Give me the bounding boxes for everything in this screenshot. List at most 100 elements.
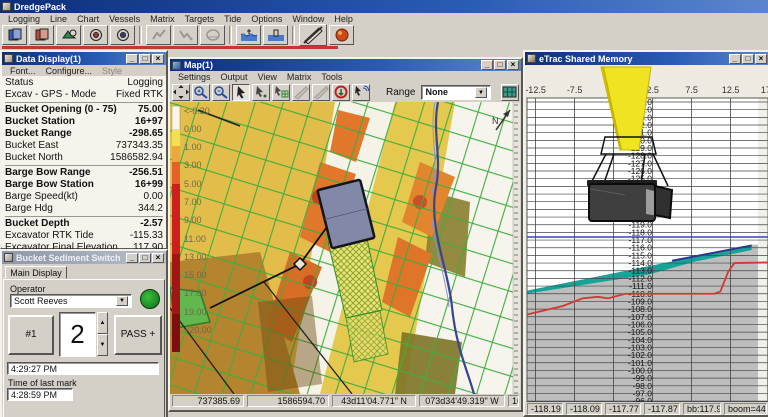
- profile-1-button[interactable]: [146, 25, 171, 45]
- device-gear-button[interactable]: [83, 25, 108, 45]
- x-axis-label: 17.5: [761, 85, 768, 95]
- latitude-readout: 43d11'04.771" N: [332, 395, 416, 407]
- last-mark-field[interactable]: 4:28:59 PM: [7, 388, 73, 401]
- menu-tide[interactable]: Tide: [220, 14, 245, 24]
- legend-label: 7.00: [184, 197, 202, 207]
- etrac-title: eTrac Shared Memory: [539, 53, 633, 64]
- minimize-button[interactable]: _: [481, 60, 493, 70]
- draw-line-button[interactable]: [292, 83, 310, 101]
- profile-2-button[interactable]: [173, 25, 198, 45]
- data-display-titlebar[interactable]: Data Display(1) _ □ ×: [2, 52, 166, 65]
- menu-help[interactable]: Help: [330, 14, 357, 24]
- map-titlebar[interactable]: Map(1) _ □ ×: [170, 59, 521, 71]
- range-label: Range: [386, 86, 416, 98]
- pointer-button[interactable]: [232, 83, 250, 101]
- menu-chart[interactable]: Chart: [73, 14, 103, 24]
- longitude-readout: 073d34'49.319" W: [419, 395, 505, 407]
- menu-options[interactable]: Options: [247, 14, 286, 24]
- zoom-extents-button[interactable]: [172, 83, 190, 101]
- close-button[interactable]: ×: [755, 53, 767, 64]
- pass-button[interactable]: PASS +: [114, 315, 162, 355]
- minimize-button[interactable]: _: [126, 53, 138, 64]
- menu-line[interactable]: Line: [46, 14, 71, 24]
- app-title: DredgePack: [14, 1, 67, 12]
- pass-count-field[interactable]: 2: [59, 312, 96, 357]
- bucket-number-button[interactable]: #1: [8, 315, 54, 355]
- menu-view[interactable]: View: [254, 72, 281, 82]
- sediment-switch-window: Bucket Sediment Switch _ □ × Main Displa…: [0, 249, 168, 417]
- depth-readout-3: -117.77: [605, 403, 641, 415]
- device-gear2-button[interactable]: [110, 25, 135, 45]
- etrac-titlebar[interactable]: eTrac Shared Memory _ □ ×: [525, 52, 768, 65]
- menu-settings[interactable]: Settings: [174, 72, 215, 82]
- logbook-red-button[interactable]: [29, 25, 54, 45]
- main-titlebar[interactable]: DredgePack: [0, 0, 768, 13]
- etrac-profile-chart: -135.0-134.0-133.0-132.0-131.0-130.0-129…: [525, 65, 768, 402]
- current-time-field[interactable]: 4:29:27 PM: [7, 362, 159, 375]
- chevron-down-icon[interactable]: ▼: [475, 86, 487, 98]
- y-axis-label: -96.0: [633, 396, 653, 402]
- restore-button[interactable]: □: [139, 252, 151, 263]
- close-button[interactable]: ×: [152, 252, 164, 263]
- zoom-in-button[interactable]: [192, 83, 210, 101]
- logbook-blue-button[interactable]: [2, 25, 27, 45]
- menu-logging[interactable]: Logging: [4, 14, 44, 24]
- station-readout: 16+92: [508, 395, 519, 407]
- toolbar-separator: [139, 26, 142, 44]
- restore-button[interactable]: □: [742, 53, 754, 64]
- erase-button[interactable]: [312, 83, 330, 101]
- matrix-query-button[interactable]: [272, 83, 290, 101]
- main-toolbar: [2, 24, 768, 46]
- menu-tools[interactable]: Tools: [317, 72, 346, 82]
- menu-window[interactable]: Window: [288, 14, 328, 24]
- menu-targets[interactable]: Targets: [181, 14, 219, 24]
- map-canvas[interactable]: <-0.30 0.00 1.00 3.00 5.00 7.00 9.00 11.…: [170, 102, 521, 394]
- close-button[interactable]: ×: [507, 60, 519, 70]
- chevron-down-icon[interactable]: ▼: [116, 296, 128, 306]
- cursor-track-button[interactable]: [352, 83, 370, 101]
- app-icon: [2, 2, 11, 11]
- divider: [5, 216, 163, 217]
- menu-style[interactable]: Style: [98, 66, 126, 76]
- spin-down-icon[interactable]: ▼: [97, 334, 108, 356]
- x-axis-label: -7.5: [567, 85, 583, 95]
- legend-label: 0.00: [184, 124, 202, 134]
- matrix-display-button[interactable]: [501, 83, 519, 101]
- data-row: Bucket East 737343.35: [5, 140, 163, 151]
- map-menubar: Settings Output View Matrix Tools: [170, 71, 521, 82]
- toolbar-separator: [292, 26, 295, 44]
- close-button[interactable]: ×: [152, 53, 164, 64]
- range-combobox[interactable]: None ▼: [421, 84, 491, 100]
- legend-label: <-0.30: [184, 106, 210, 116]
- vessel-setup-button[interactable]: [56, 25, 81, 45]
- x-axis-label: -12.5: [525, 85, 546, 95]
- operator-combobox[interactable]: Scott Reeves ▼: [10, 294, 132, 308]
- spin-up-icon[interactable]: ▲: [97, 312, 108, 334]
- menu-matrix[interactable]: Matrix: [146, 14, 179, 24]
- data-row: Bucket North 1586582.94: [5, 152, 163, 163]
- menu-configure[interactable]: Configure...: [42, 66, 97, 76]
- zoom-out-button[interactable]: [212, 83, 230, 101]
- profile-3-button[interactable]: [200, 25, 225, 45]
- status-lamp: [140, 289, 160, 309]
- tide-gauge2-button[interactable]: [263, 25, 288, 45]
- menu-output[interactable]: Output: [217, 72, 252, 82]
- center-vessel-button[interactable]: [332, 83, 350, 101]
- red-sphere-button[interactable]: [329, 25, 354, 45]
- tab-main-display[interactable]: Main Display: [5, 266, 67, 279]
- restore-button[interactable]: □: [494, 60, 506, 70]
- map-title: Map(1): [184, 60, 213, 70]
- menu-font[interactable]: Font...: [6, 66, 40, 76]
- sediment-titlebar[interactable]: Bucket Sediment Switch _ □ ×: [2, 251, 166, 264]
- operator-label: Operator: [10, 284, 46, 294]
- restore-button[interactable]: □: [139, 53, 151, 64]
- data-row: Bucket Station 16+97: [5, 116, 163, 127]
- menu-vessels[interactable]: Vessels: [105, 14, 144, 24]
- menu-matrix[interactable]: Matrix: [283, 72, 316, 82]
- tide-gauge-button[interactable]: [236, 25, 261, 45]
- etrac-window: eTrac Shared Memory _ □ × -135.0-134.0-1…: [523, 50, 768, 417]
- pan-button[interactable]: [252, 83, 270, 101]
- draw-slash-button[interactable]: [299, 24, 327, 46]
- minimize-button[interactable]: _: [729, 53, 741, 64]
- minimize-button[interactable]: _: [126, 252, 138, 263]
